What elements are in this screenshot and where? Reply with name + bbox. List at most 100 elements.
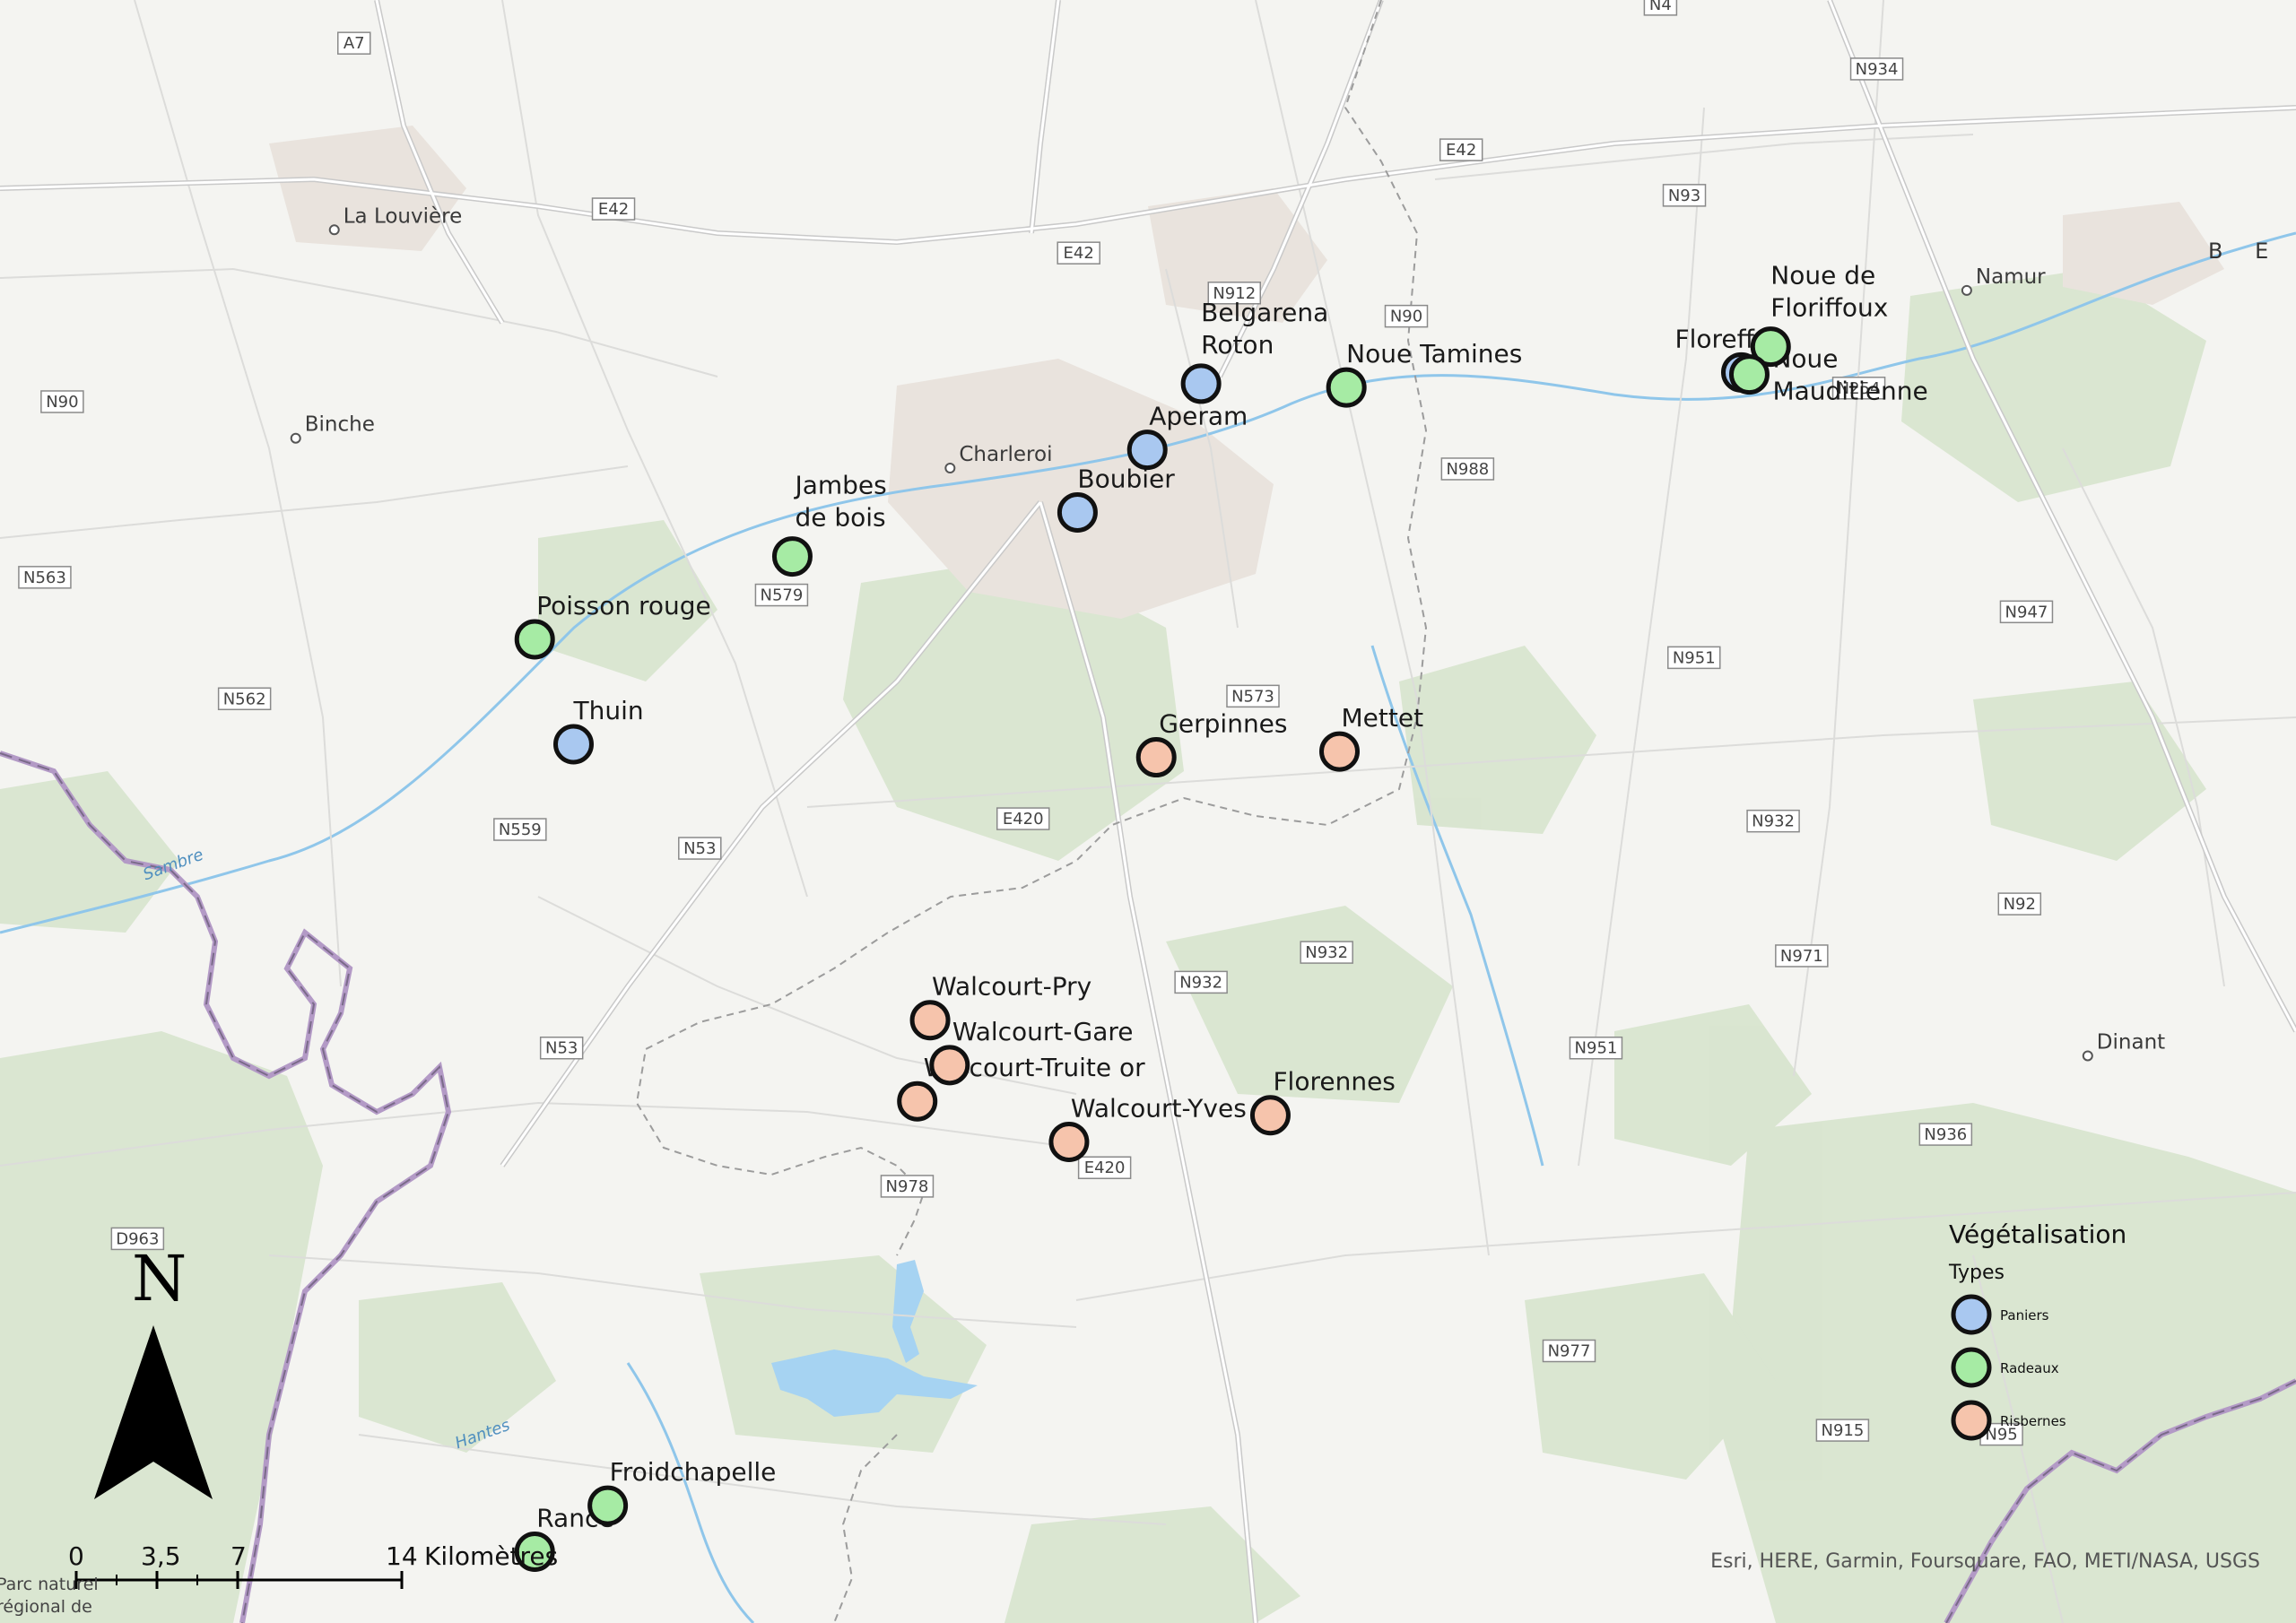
- road-label-text: N988: [1446, 460, 1489, 479]
- road-label-n971: N971: [1775, 944, 1829, 968]
- road-label-text: N90: [1390, 308, 1422, 326]
- place-label: Binche: [305, 413, 375, 437]
- road-label-e42: E42: [1439, 138, 1483, 161]
- road-label-n934: N934: [1849, 57, 1904, 81]
- road-label-text: N951: [1575, 1039, 1618, 1058]
- place-dot-icon: [290, 432, 301, 444]
- road-label-text: N936: [1924, 1125, 1967, 1144]
- legend-swatch-icon: [1951, 1347, 1992, 1388]
- road-label-text: E420: [1003, 810, 1044, 829]
- road-label-text: E42: [1446, 141, 1476, 160]
- site-marker-walcourt-truite-or[interactable]: [897, 1081, 938, 1122]
- country-label: B E L G: [2208, 239, 2296, 264]
- site-marker-froidchapelle[interactable]: [587, 1485, 629, 1526]
- site-label-florennes: Florennes: [1273, 1067, 1395, 1097]
- site-marker-walcourt-gare[interactable]: [929, 1045, 970, 1086]
- park-label-line-1: Parc naturel: [0, 1575, 99, 1594]
- road-label-text: N562: [223, 690, 266, 708]
- road-label-n988: N988: [1440, 457, 1495, 481]
- site-label-mettet: Mettet: [1342, 703, 1424, 733]
- road-label-text: E42: [1064, 244, 1094, 263]
- scale-tick-7: 7: [230, 1541, 247, 1571]
- road-label-n90: N90: [1384, 304, 1429, 328]
- site-marker-belgarena-roton[interactable]: [1180, 363, 1222, 404]
- site-label-walcourt-pry: Walcourt-Pry: [932, 972, 1091, 1002]
- site-marker-walcourt-yves[interactable]: [1048, 1121, 1090, 1162]
- road-label-e420: E420: [1077, 1156, 1132, 1179]
- road-label-text: N563: [23, 568, 66, 587]
- road-label-text: N559: [499, 820, 542, 839]
- site-marker-gerpinnes[interactable]: [1135, 737, 1177, 778]
- attribution: Esri, HERE, Garmin, Foursquare, FAO, MET…: [1710, 1550, 2260, 1573]
- road-label-n573: N573: [1226, 684, 1280, 708]
- basemap: SambreHantes A7N4N934E42N93E42E42N912N90…: [0, 0, 2296, 1623]
- site-marker-aperam[interactable]: [1126, 430, 1168, 471]
- road-label-n951: N951: [1667, 646, 1721, 670]
- place-dot-icon: [1961, 284, 1972, 296]
- place-dot-icon: [2082, 1050, 2093, 1062]
- site-marker-noue-tamines[interactable]: [1326, 367, 1367, 408]
- road-label-text: N53: [545, 1039, 578, 1058]
- place-label: La Louvière: [344, 204, 463, 228]
- place-label: Dinant: [2097, 1030, 2165, 1054]
- site-marker-jambes-de-bois[interactable]: [771, 536, 813, 577]
- road-label-text: N92: [2004, 895, 2036, 914]
- site-marker-thuin[interactable]: [552, 724, 594, 765]
- place-label: Charleroi: [959, 443, 1052, 466]
- road-label-text: N934: [1856, 60, 1899, 79]
- road-label-n53: N53: [678, 837, 722, 860]
- legend-swatch-icon: [1951, 1400, 1992, 1441]
- road-label-text: N932: [1305, 943, 1348, 962]
- site-label-walcourt-gare: Walcourt-Gare: [952, 1017, 1134, 1046]
- park-label-line-2: régional de: [0, 1597, 92, 1617]
- site-marker-florennes[interactable]: [1249, 1095, 1291, 1136]
- site-marker-walcourt-pry[interactable]: [909, 1000, 951, 1041]
- site-label-noue-tamines: Noue Tamines: [1346, 339, 1522, 369]
- site-label-poisson-rouge: Poisson rouge: [536, 591, 711, 621]
- site-label-gerpinnes: Gerpinnes: [1159, 709, 1287, 739]
- legend-title: Végétalisation: [1949, 1219, 2126, 1249]
- road-label-text: N579: [761, 586, 804, 605]
- site-marker-noue-mauditienne[interactable]: [1728, 354, 1770, 395]
- road-label-n932: N932: [1300, 941, 1353, 964]
- place-label: Namur: [1976, 265, 2046, 289]
- north-arrow-letter: N: [132, 1242, 187, 1315]
- road-label-n579: N579: [754, 583, 809, 607]
- site-marker-boubier[interactable]: [1057, 491, 1098, 533]
- road-label-n53: N53: [539, 1036, 584, 1060]
- road-label-text: N90: [46, 393, 78, 412]
- road-label-text: N53: [683, 839, 716, 858]
- road-label-text: E420: [1084, 1159, 1126, 1177]
- map-view[interactable]: Sambre Hantes A7 N4 N934 E42 N93 E42 E42 N912 N90…: [0, 0, 2296, 1623]
- site-label-boubier: Boubier: [1077, 464, 1175, 493]
- legend-swatch-icon: [1951, 1294, 1992, 1335]
- site-marker-poisson-rouge[interactable]: [514, 619, 555, 660]
- road-label-text: N947: [2005, 603, 2048, 621]
- legend-item-label: Risbernes: [2000, 1413, 2066, 1429]
- road-label-text: N932: [1179, 973, 1222, 992]
- road-label-e42: E42: [591, 197, 636, 221]
- road-label-e420: E420: [996, 807, 1050, 830]
- place-dot-icon: [328, 224, 340, 236]
- road-label-text: E42: [598, 200, 629, 219]
- scale-unit: Kilomètres: [424, 1541, 558, 1571]
- scale-tick-0: 0: [68, 1541, 84, 1571]
- road-label-e42: E42: [1057, 241, 1100, 265]
- road-label-n932: N932: [1746, 809, 1800, 833]
- site-label-thuin: Thuin: [572, 696, 643, 725]
- road-label-n977: N977: [1542, 1339, 1596, 1363]
- road-label-text: N951: [1673, 648, 1716, 667]
- road-label-n932: N932: [1174, 970, 1228, 994]
- road-label-n936: N936: [1918, 1123, 1973, 1146]
- legend-item-label: Paniers: [2000, 1307, 2049, 1324]
- road-label-n563: N563: [18, 566, 72, 589]
- road-label-a7: A7: [337, 31, 371, 55]
- place-dot-icon: [944, 462, 956, 473]
- road-label-n90: N90: [40, 390, 84, 413]
- road-label-n93: N93: [1662, 184, 1707, 207]
- road-label-n951: N951: [1569, 1036, 1623, 1060]
- site-label-aperam: Aperam: [1149, 402, 1248, 431]
- site-marker-mettet[interactable]: [1319, 731, 1361, 772]
- road-label-text: N4: [1649, 0, 1672, 14]
- site-label-froidchapelle: Froidchapelle: [610, 1457, 777, 1487]
